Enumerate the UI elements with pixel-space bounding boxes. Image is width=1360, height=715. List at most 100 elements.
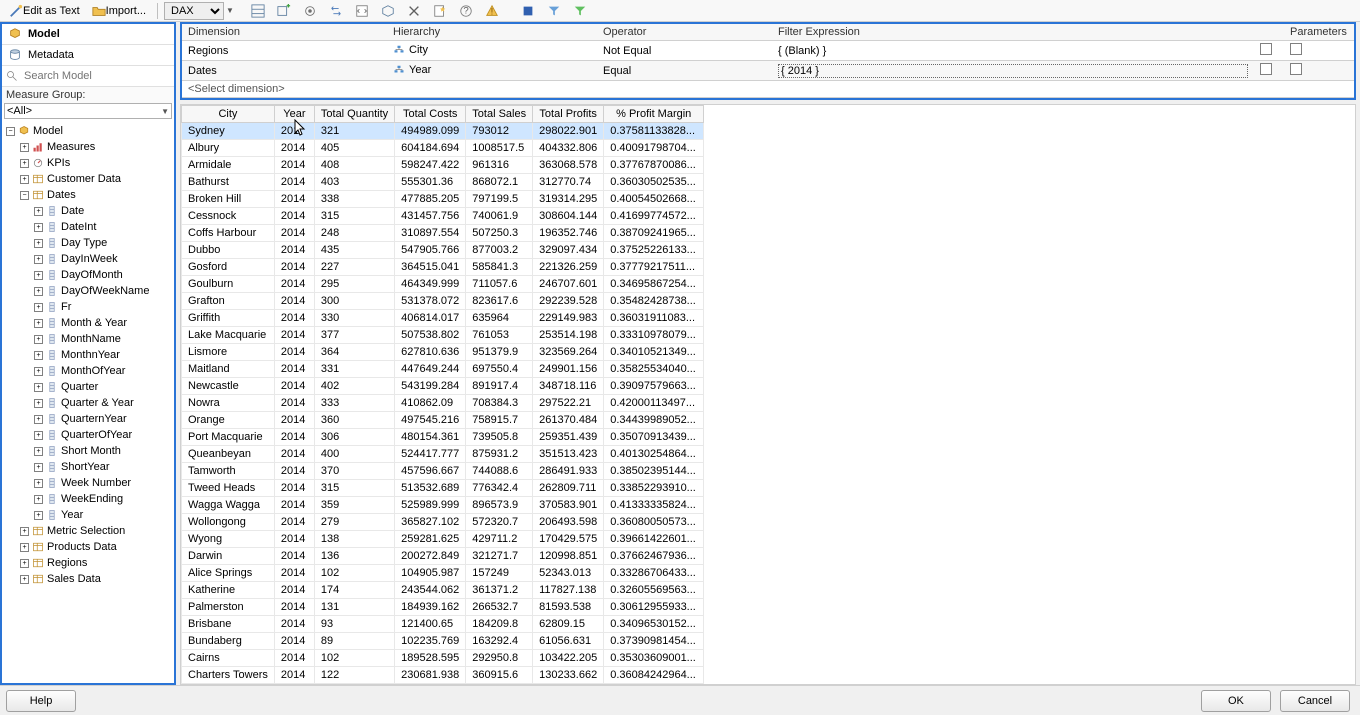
table-row[interactable]: Broken Hill2014338477885.205797199.53193… (182, 191, 704, 208)
search-input[interactable] (22, 68, 170, 84)
table-row[interactable]: Lismore2014364627810.636951379.9323569.2… (182, 344, 704, 361)
expander[interactable]: + (20, 175, 29, 184)
tree-item[interactable]: +Year (6, 507, 172, 523)
table-row[interactable]: Palmerston2014131184939.162266532.781593… (182, 599, 704, 616)
table-row[interactable]: Bundaberg201489102235.769163292.461056.6… (182, 633, 704, 650)
table-row[interactable]: Darwin2014136200272.849321271.7120998.85… (182, 548, 704, 565)
tree-item[interactable]: −Model (6, 123, 172, 139)
expander[interactable]: + (34, 207, 43, 216)
grid-col-header[interactable]: Total Sales (466, 106, 533, 123)
tree-item[interactable]: +WeekEnding (6, 491, 172, 507)
tree-item[interactable]: +DayOfMonth (6, 267, 172, 283)
expander[interactable]: + (34, 367, 43, 376)
tree-item[interactable]: +Day Type (6, 235, 172, 251)
expander[interactable]: + (34, 495, 43, 504)
table-row[interactable]: Brisbane201493121400.65184209.862809.150… (182, 616, 704, 633)
table-row[interactable]: Dubbo2014435547905.766877003.2329097.434… (182, 242, 704, 259)
tool-icon-13[interactable] (568, 2, 592, 20)
expander[interactable]: + (34, 351, 43, 360)
grid-col-header[interactable]: Total Profits (533, 106, 604, 123)
tool-icon-3[interactable] (298, 2, 322, 20)
expander[interactable]: + (34, 319, 43, 328)
table-row[interactable]: Newcastle2014402543199.284891917.4348718… (182, 378, 704, 395)
tool-icon-8[interactable] (428, 2, 452, 20)
tree-item[interactable]: +Sales Data (6, 571, 172, 587)
expander[interactable]: + (34, 463, 43, 472)
edit-as-text-button[interactable]: Edit as Text (4, 2, 85, 20)
tool-icon-6[interactable] (376, 2, 400, 20)
tree-item[interactable]: −Dates (6, 187, 172, 203)
expander[interactable]: + (34, 431, 43, 440)
expander[interactable]: + (20, 143, 29, 152)
table-row[interactable]: Wollongong2014279365827.102572320.720649… (182, 514, 704, 531)
expander[interactable]: + (20, 527, 29, 536)
tree-item[interactable]: +Products Data (6, 539, 172, 555)
table-row[interactable]: Cairns2014102189528.595292950.8103422.20… (182, 650, 704, 667)
table-row[interactable]: Armidale2014408598247.422961316363068.57… (182, 157, 704, 174)
table-row[interactable]: Charters Towers2014122230681.938360915.6… (182, 667, 704, 684)
expander[interactable]: + (34, 255, 43, 264)
table-row[interactable]: Sydney201321494989.099793012298022.9010.… (182, 123, 704, 140)
checkbox[interactable] (1290, 43, 1302, 55)
filter-input[interactable]: { 2014 } (778, 64, 1248, 78)
tree-item[interactable]: +QuarternYear (6, 411, 172, 427)
expander[interactable]: + (34, 335, 43, 344)
expander[interactable]: + (34, 303, 43, 312)
checkbox[interactable] (1290, 63, 1302, 75)
dim-row-dates[interactable]: Dates Year Equal { 2014 } (182, 61, 1354, 81)
grid-col-header[interactable]: % Profit Margin (604, 106, 704, 123)
tool-icon-4[interactable] (324, 2, 348, 20)
table-row[interactable]: Gosford2014227364515.041585841.3221326.2… (182, 259, 704, 276)
tool-icon-12[interactable] (542, 2, 566, 20)
expander[interactable]: + (34, 511, 43, 520)
tree-item[interactable]: +ShortYear (6, 459, 172, 475)
expander[interactable]: + (20, 543, 29, 552)
expander[interactable]: + (20, 575, 29, 584)
import-button[interactable]: Import... (87, 2, 151, 20)
tool-icon-1[interactable] (246, 2, 270, 20)
table-row[interactable]: Coffs Harbour2014248310897.554507250.319… (182, 225, 704, 242)
expander[interactable]: + (34, 447, 43, 456)
tree-item[interactable]: +Regions (6, 555, 172, 571)
metadata-header[interactable]: Metadata (2, 45, 174, 66)
expander[interactable]: + (34, 239, 43, 248)
table-row[interactable]: Katherine2014174243544.062361371.2117827… (182, 582, 704, 599)
tree-item[interactable]: +Metric Selection (6, 523, 172, 539)
tool-icon-10[interactable]: ! (480, 2, 504, 20)
language-select[interactable]: DAX (164, 2, 224, 20)
results-grid[interactable]: CityYearTotal QuantityTotal CostsTotal S… (180, 104, 1356, 685)
tree-item[interactable]: +MonthnYear (6, 347, 172, 363)
expander[interactable]: + (34, 415, 43, 424)
grid-col-header[interactable]: Total Costs (395, 106, 466, 123)
help-button[interactable]: Help (6, 690, 76, 712)
grid-col-header[interactable]: City (182, 106, 275, 123)
expander[interactable]: − (20, 191, 29, 200)
tree-item[interactable]: +Month & Year (6, 315, 172, 331)
tree-item[interactable]: +Measures (6, 139, 172, 155)
table-row[interactable]: Orange2014360497545.216758915.7261370.48… (182, 412, 704, 429)
tool-icon-9[interactable]: ? (454, 2, 478, 20)
table-row[interactable]: Alice Springs2014102104905.9871572495234… (182, 565, 704, 582)
table-row[interactable]: Cessnock2014315431457.756740061.9308604.… (182, 208, 704, 225)
expander[interactable]: + (34, 479, 43, 488)
table-row[interactable]: Nowra2014333410862.09708384.3297522.210.… (182, 395, 704, 412)
cancel-button[interactable]: Cancel (1280, 690, 1350, 712)
model-header[interactable]: Model (2, 24, 174, 45)
tree-item[interactable]: +Customer Data (6, 171, 172, 187)
table-row[interactable]: Bathurst2014403555301.36868072.1312770.7… (182, 174, 704, 191)
checkbox[interactable] (1260, 43, 1272, 55)
expander[interactable]: + (34, 383, 43, 392)
table-row[interactable]: Maitland2014331447649.244697550.4249901.… (182, 361, 704, 378)
tool-icon-2[interactable] (272, 2, 296, 20)
tool-icon-11[interactable] (516, 2, 540, 20)
tree-item[interactable]: +Date (6, 203, 172, 219)
tree-item[interactable]: +DateInt (6, 219, 172, 235)
table-row[interactable]: Griffith2014330406814.017635964229149.98… (182, 310, 704, 327)
expander[interactable]: + (34, 287, 43, 296)
table-row[interactable]: Port Macquarie2014306480154.361739505.82… (182, 429, 704, 446)
expander[interactable]: + (20, 159, 29, 168)
table-row[interactable]: Albury2014405604184.6941008517.5404332.8… (182, 140, 704, 157)
tree-item[interactable]: +Week Number (6, 475, 172, 491)
tree-item[interactable]: +DayInWeek (6, 251, 172, 267)
dim-row-new[interactable]: <Select dimension> (182, 81, 1354, 98)
